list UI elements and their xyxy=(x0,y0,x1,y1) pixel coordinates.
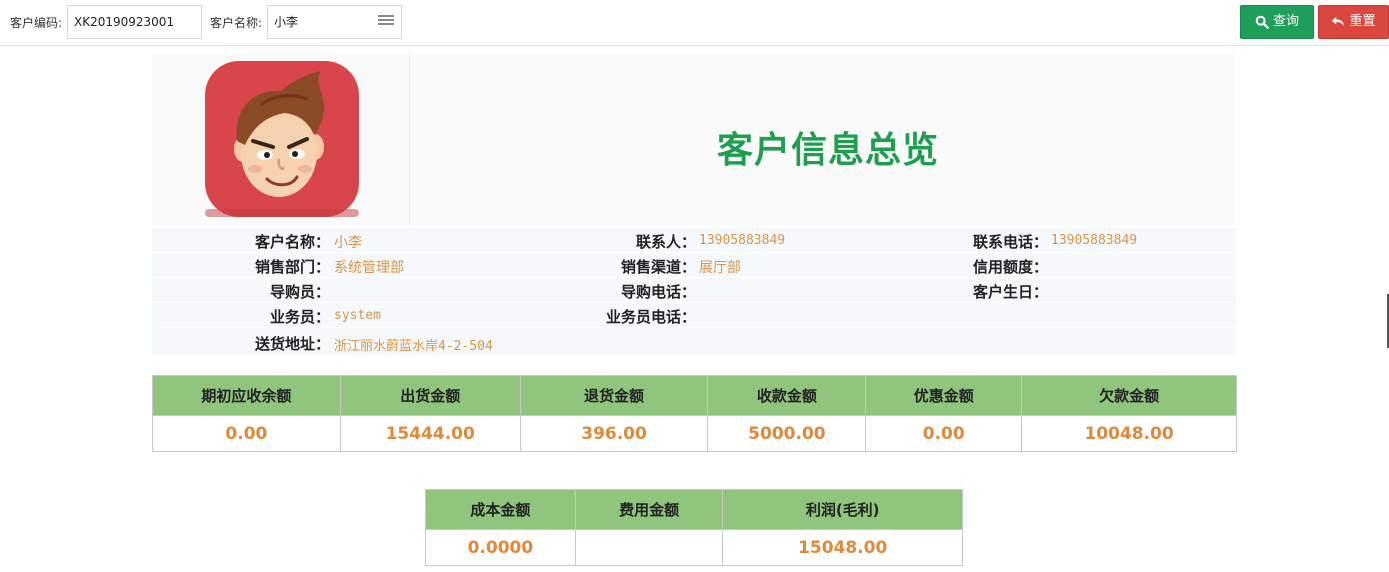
page-title: 客户信息总览 xyxy=(717,130,940,171)
customer-name-label: 客户名称: xyxy=(210,16,263,30)
sales-dept-value: 系统管理部 xyxy=(334,260,404,276)
table-cell: 15048.00 xyxy=(722,529,963,566)
guide-label: 导购员： xyxy=(269,283,330,301)
table-cell: 15444.00 xyxy=(339,415,521,452)
table-header-cell: 利润(毛利) xyxy=(722,489,963,530)
info-row: 送货地址： 浙江丽水蔚蓝水岸4-2-504 xyxy=(152,328,1236,356)
phone-label: 联系电话： xyxy=(972,233,1048,251)
table-header-cell: 欠款金额 xyxy=(1021,375,1237,416)
table-cell: 396.00 xyxy=(519,415,709,452)
contact-label: 联系人： xyxy=(635,233,696,251)
query-button-label: 查询 xyxy=(1272,14,1299,29)
guide-phone-label: 导购电话： xyxy=(620,283,696,301)
customer-info-grid: 客户名称： 小李 联系人： 13905883849 联系电话： 13905883… xyxy=(152,228,1236,356)
info-row: 导购员： 导购电话： 客户生日： xyxy=(152,278,1236,303)
overview-header: 客户信息总览 xyxy=(152,53,1236,225)
table-header-row: 期初应收余额 出货金额 退货金额 收款金额 优惠金额 欠款金额 xyxy=(152,375,1237,416)
info-row: 客户名称： 小李 联系人： 13905883849 联系电话： 13905883… xyxy=(152,228,1236,253)
table-cell xyxy=(574,529,724,566)
table-cell: 0.00 xyxy=(865,415,1023,452)
salesman-value: system xyxy=(334,308,381,323)
table-header-cell: 出货金额 xyxy=(339,375,521,416)
table-header-row: 成本金额 费用金额 利润(毛利) xyxy=(425,489,963,530)
table-cell: 0.0000 xyxy=(425,529,576,566)
customer-name-field-value: 小李 xyxy=(334,235,362,251)
table-header-cell: 费用金额 xyxy=(574,489,724,530)
sales-dept-label: 销售部门： xyxy=(254,258,330,276)
customer-code-label: 客户编码: xyxy=(10,16,63,30)
reset-button[interactable]: 重置 xyxy=(1318,5,1389,39)
table-header-cell: 优惠金额 xyxy=(865,375,1023,416)
table-cell: 10048.00 xyxy=(1021,415,1237,452)
table-header-cell: 成本金额 xyxy=(425,489,576,530)
address-label: 送货地址： xyxy=(254,335,330,353)
table-header-cell: 退货金额 xyxy=(519,375,709,416)
sales-channel-label: 销售渠道： xyxy=(620,258,696,276)
table-header-cell: 期初应收余额 xyxy=(152,375,341,416)
salesman-label: 业务员： xyxy=(269,308,330,326)
info-row: 销售部门： 系统管理部 销售渠道： 展厅部 信用额度： xyxy=(152,253,1236,278)
customer-name-field-label: 客户名称： xyxy=(254,233,330,251)
balance-summary-table: 期初应收余额 出货金额 退货金额 收款金额 优惠金额 欠款金额 0.00 154… xyxy=(152,375,1237,452)
toolbar: 客户编码: XK20190923001 客户名称: 小李 查询 重置 xyxy=(0,0,1389,46)
phone-value: 13905883849 xyxy=(1051,233,1138,248)
customer-name-input[interactable]: 小李 xyxy=(267,5,402,39)
table-header-cell: 收款金额 xyxy=(707,375,867,416)
reset-button-label: 重置 xyxy=(1349,14,1376,29)
table-cell: 0.00 xyxy=(152,415,341,452)
contact-value: 13905883849 xyxy=(699,233,786,248)
list-icon[interactable] xyxy=(378,15,394,29)
customer-name-value: 小李 xyxy=(274,15,299,29)
salesman-phone-label: 业务员电话： xyxy=(605,308,696,326)
table-cell: 5000.00 xyxy=(707,415,867,452)
birthday-label: 客户生日： xyxy=(972,283,1048,301)
customer-avatar-icon xyxy=(205,61,359,217)
avatar-box xyxy=(152,53,410,225)
address-value: 浙江丽水蔚蓝水岸4-2-504 xyxy=(334,339,493,354)
credit-limit-label: 信用额度： xyxy=(972,258,1048,276)
customer-code-input[interactable]: XK20190923001 xyxy=(67,5,202,39)
info-row: 业务员： system 业务员电话： xyxy=(152,303,1236,328)
search-icon xyxy=(1255,15,1269,29)
profit-summary-table: 成本金额 费用金额 利润(毛利) 0.0000 15048.00 xyxy=(425,489,963,566)
table-row: 0.00 15444.00 396.00 5000.00 0.00 10048.… xyxy=(152,415,1237,452)
query-button[interactable]: 查询 xyxy=(1240,5,1314,39)
table-row: 0.0000 15048.00 xyxy=(425,529,963,566)
undo-icon xyxy=(1332,16,1345,27)
sales-channel-value: 展厅部 xyxy=(699,260,741,276)
